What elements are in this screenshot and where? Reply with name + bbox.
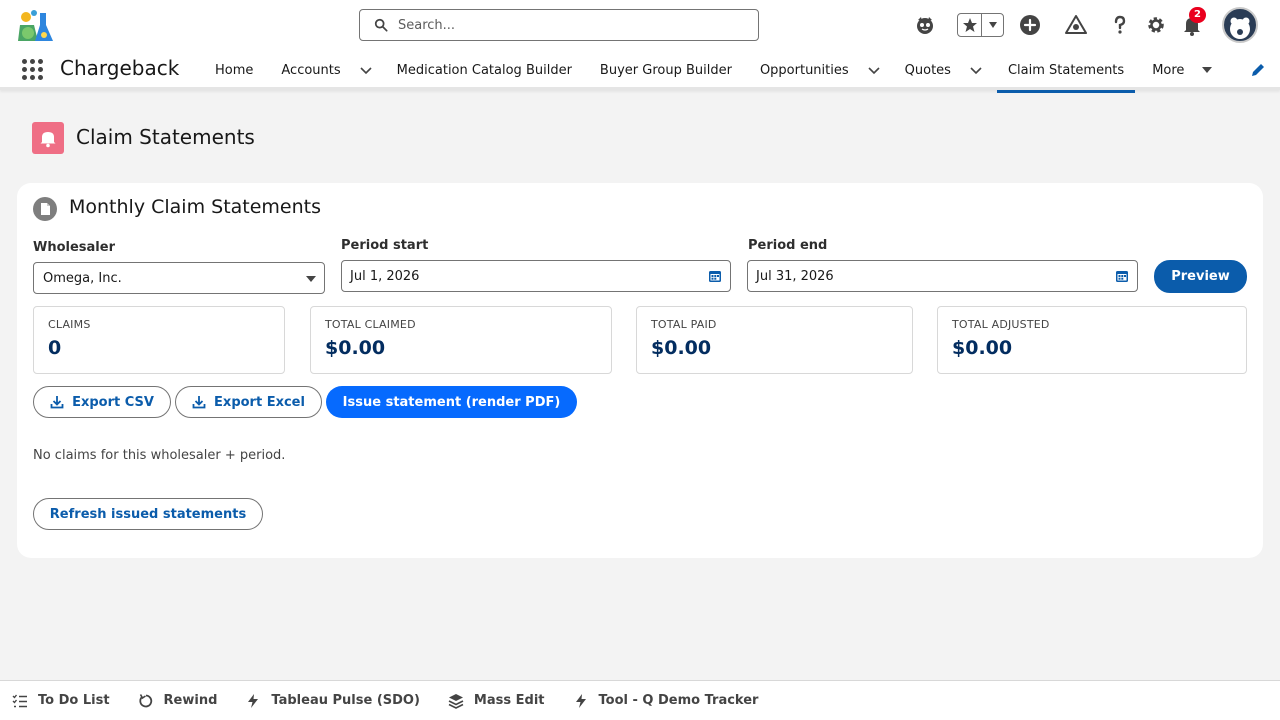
- period-start-input[interactable]: Jul 1, 2026: [341, 260, 731, 292]
- global-header: 2: [0, 0, 1280, 50]
- rewind-icon: [138, 693, 152, 707]
- export-csv-label: Export CSV: [72, 394, 154, 410]
- nav-item-opportunities[interactable]: Opportunities: [746, 50, 891, 90]
- chevron-down-icon[interactable]: [969, 63, 983, 77]
- search-input[interactable]: [398, 17, 738, 33]
- nav-item-label: Accounts: [281, 62, 341, 78]
- period-end-value: Jul 31, 2026: [756, 268, 834, 284]
- stat-label: TOTAL ADJUSTED: [952, 318, 1050, 331]
- wholesaler-label: Wholesaler: [33, 240, 115, 255]
- nav-item-buyer-group-builder[interactable]: Buyer Group Builder: [586, 50, 746, 90]
- period-start-value: Jul 1, 2026: [350, 268, 420, 284]
- preview-button[interactable]: Preview: [1154, 260, 1247, 293]
- layers-icon: [448, 693, 464, 709]
- issue-statement-button[interactable]: Issue statement (render PDF): [326, 386, 577, 418]
- claim-statements-bell-icon: [32, 122, 64, 154]
- utility-item-label: To Do List: [38, 693, 110, 708]
- utility-item-label: Mass Edit: [473, 693, 545, 708]
- favorites-dropdown-icon[interactable]: [982, 14, 1003, 36]
- app-launcher-icon[interactable]: [22, 59, 44, 81]
- favorites-star-icon[interactable]: [958, 14, 982, 36]
- page-title: Claim Statements: [76, 125, 255, 149]
- einstein-icon[interactable]: [913, 13, 937, 37]
- utility-item-label: Tableau Pulse (SDO): [271, 693, 420, 708]
- utility-item-label: Rewind: [163, 693, 218, 708]
- utility-item-tableau-pulse[interactable]: Tableau Pulse (SDO): [245, 693, 420, 709]
- document-icon: [33, 197, 57, 221]
- nav-item-label: Claim Statements: [1007, 62, 1125, 78]
- nav-item-label: Quotes: [904, 62, 951, 78]
- card-title: Monthly Claim Statements: [69, 196, 322, 218]
- stat-label: TOTAL PAID: [651, 318, 717, 331]
- chevron-down-icon[interactable]: [359, 63, 373, 77]
- nav-item-label: Medication Catalog Builder: [396, 62, 572, 78]
- period-end-label: Period end: [748, 238, 828, 253]
- stat-total-adjusted: TOTAL ADJUSTED $0.00: [937, 306, 1247, 374]
- period-end-input[interactable]: Jul 31, 2026: [747, 260, 1138, 292]
- monthly-claim-statements-card: Monthly Claim Statements Wholesaler Omeg…: [17, 183, 1263, 558]
- utility-item-rewind[interactable]: Rewind: [138, 693, 218, 709]
- app-nav-bar: Chargeback Home Accounts Medication Cata…: [0, 50, 1280, 93]
- nav-item-home[interactable]: Home: [201, 50, 267, 90]
- wholesaler-selected-value: Omega, Inc.: [43, 270, 122, 286]
- notification-count-badge: 2: [1189, 7, 1206, 23]
- favorites-group: [957, 13, 1004, 37]
- utility-item-label: Tool - Q Demo Tracker: [598, 693, 759, 708]
- utility-bar: To Do List Rewind Tableau Pulse (SDO) Ma…: [0, 680, 1280, 720]
- empty-state-message: No claims for this wholesaler + period.: [33, 448, 286, 463]
- global-search[interactable]: [359, 9, 759, 41]
- trailhead-icon[interactable]: [1064, 13, 1088, 37]
- caret-down-icon: [1202, 67, 1213, 73]
- setup-gear-icon[interactable]: [1144, 13, 1168, 37]
- period-start-label: Period start: [341, 238, 429, 253]
- nav-item-accounts[interactable]: Accounts: [267, 50, 382, 90]
- stat-claims: CLAIMS 0: [33, 306, 285, 374]
- app-name: Chargeback: [60, 56, 180, 80]
- calendar-icon[interactable]: [708, 269, 722, 283]
- nav-item-label: Opportunities: [759, 62, 849, 78]
- stat-value: $0.00: [952, 337, 1013, 359]
- edit-nav-pencil-icon[interactable]: [1250, 62, 1266, 78]
- utility-item-mass-edit[interactable]: Mass Edit: [448, 693, 545, 709]
- global-add-icon[interactable]: [1018, 13, 1042, 37]
- stat-label: TOTAL CLAIMED: [325, 318, 416, 331]
- nav-item-label: Home: [215, 62, 254, 78]
- stat-value: $0.00: [651, 337, 712, 359]
- nav-item-label: More: [1152, 62, 1185, 78]
- refresh-issued-statements-button[interactable]: Refresh issued statements: [33, 498, 263, 530]
- wholesaler-select[interactable]: Omega, Inc.: [33, 262, 325, 294]
- help-icon[interactable]: [1108, 13, 1132, 37]
- checklist-icon: [12, 694, 27, 707]
- export-excel-button[interactable]: Export Excel: [175, 386, 322, 418]
- app-logo[interactable]: [16, 7, 56, 45]
- utility-item-to-do-list[interactable]: To Do List: [12, 693, 110, 709]
- utility-item-tool-q-demo-tracker[interactable]: Tool - Q Demo Tracker: [573, 693, 759, 709]
- calendar-icon[interactable]: [1115, 269, 1129, 283]
- export-csv-button[interactable]: Export CSV: [33, 386, 171, 418]
- user-avatar[interactable]: [1222, 7, 1258, 43]
- nav-item-quotes[interactable]: Quotes: [891, 50, 993, 90]
- search-icon: [374, 18, 388, 32]
- nav-items: Home Accounts Medication Catalog Builder…: [201, 50, 1226, 93]
- stat-total-claimed: TOTAL CLAIMED $0.00: [310, 306, 612, 374]
- download-icon: [192, 396, 206, 409]
- chevron-down-icon[interactable]: [867, 63, 881, 77]
- nav-item-more[interactable]: More: [1135, 50, 1226, 90]
- download-icon: [50, 396, 64, 409]
- nav-item-claim-statements[interactable]: Claim Statements: [996, 50, 1136, 93]
- nav-item-medication-catalog-builder[interactable]: Medication Catalog Builder: [383, 50, 586, 90]
- lightning-icon: [575, 693, 586, 708]
- caret-down-icon: [306, 276, 316, 282]
- lightning-icon: [248, 693, 259, 708]
- stat-total-paid: TOTAL PAID $0.00: [636, 306, 913, 374]
- stat-label: CLAIMS: [48, 318, 91, 331]
- export-excel-label: Export Excel: [214, 394, 305, 410]
- stat-value: $0.00: [325, 337, 386, 359]
- stat-value: 0: [48, 337, 62, 359]
- nav-item-label: Buyer Group Builder: [599, 62, 732, 78]
